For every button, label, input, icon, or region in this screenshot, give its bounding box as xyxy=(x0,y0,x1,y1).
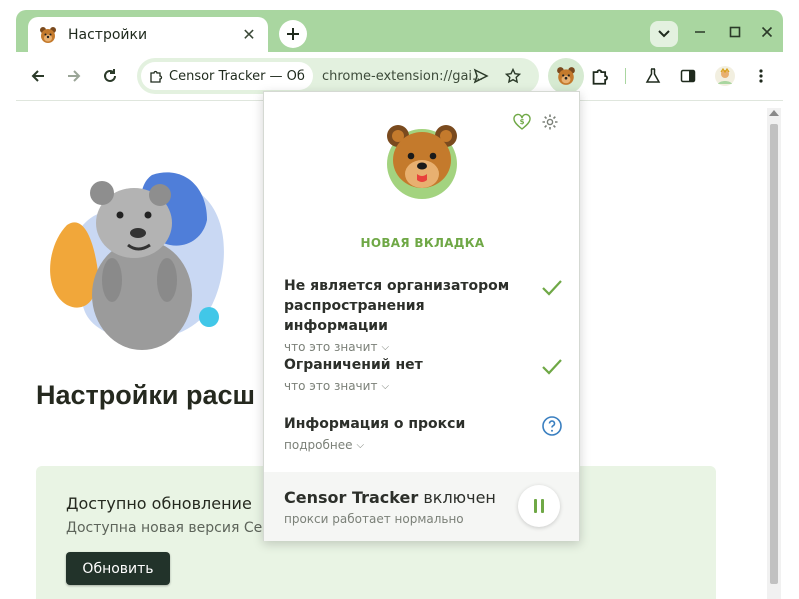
tab-settings[interactable]: Настройки ✕ xyxy=(28,17,268,52)
status-link-label: что это значит xyxy=(284,379,378,393)
chevron-down-icon xyxy=(658,30,670,38)
close-icon xyxy=(761,26,773,38)
reload-button[interactable] xyxy=(96,62,124,90)
site-chip-label: Censor Tracker — Об xyxy=(169,68,305,84)
proxy-details-link[interactable]: подробнее ⌵ xyxy=(284,438,564,452)
url-text[interactable]: chrome-extension://gai... xyxy=(322,69,482,84)
new-tab-button[interactable] xyxy=(279,20,307,48)
status-item-restrictions: Ограничений нет что это значит ⌵ xyxy=(284,355,564,393)
status-link-label: что это значит xyxy=(284,340,378,354)
donate-icon[interactable]: $ xyxy=(512,112,532,132)
puzzle-icon xyxy=(150,70,163,83)
extension-state: включен xyxy=(423,488,496,507)
menu-button[interactable] xyxy=(747,62,775,90)
side-panel-button[interactable] xyxy=(674,62,702,90)
more-vertical-icon xyxy=(759,69,763,83)
bookmark-star-icon[interactable] xyxy=(503,66,523,86)
arrow-left-icon xyxy=(31,70,44,82)
quokka-favicon-icon xyxy=(38,25,58,45)
chevron-down-icon: ⌵ xyxy=(381,341,390,353)
censor-tracker-popup: $ НОВАЯ ВКЛАДКА Не является организаторо… xyxy=(263,91,580,541)
labs-button[interactable] xyxy=(639,62,667,90)
status-title: Ограничений нет xyxy=(284,357,423,373)
side-panel-icon xyxy=(680,69,696,83)
arrow-right-icon xyxy=(68,70,81,82)
close-icon[interactable]: ✕ xyxy=(240,25,258,44)
status-item-organizer: Не является организатором распространени… xyxy=(284,276,564,354)
pause-button[interactable] xyxy=(518,485,560,527)
brand-name: Censor Tracker xyxy=(284,488,419,507)
status-title: Информация о прокси xyxy=(284,416,466,432)
svg-text:$: $ xyxy=(520,118,525,126)
toolbar-separator xyxy=(625,68,626,84)
extension-status: Censor Tracker включен xyxy=(284,488,496,507)
update-title: Доступно обновление xyxy=(66,494,252,513)
maximize-icon xyxy=(729,26,741,38)
update-description: Доступна новая версия Censo xyxy=(66,520,287,536)
chevron-down-icon: ⌵ xyxy=(356,439,365,451)
flask-icon xyxy=(645,68,661,83)
page-title: Настройки расш xyxy=(36,380,255,410)
tab-strip: Настройки ✕ xyxy=(16,10,783,52)
tab-search-button[interactable] xyxy=(650,21,678,47)
censor-tracker-extension-button[interactable] xyxy=(548,58,584,94)
minimize-button[interactable] xyxy=(688,20,712,44)
quokka-logo-icon xyxy=(387,125,457,199)
site-chip[interactable]: Censor Tracker — Об xyxy=(141,62,313,90)
status-item-proxy: Информация о прокси подробнее ⌵ xyxy=(284,414,564,452)
back-button[interactable] xyxy=(24,62,52,90)
current-tab-name: НОВАЯ ВКЛАДКА xyxy=(360,236,485,250)
gear-icon[interactable] xyxy=(540,112,560,132)
chevron-down-icon: ⌵ xyxy=(381,380,390,392)
plus-icon xyxy=(287,28,299,40)
status-details-link[interactable]: что это значит ⌵ xyxy=(284,340,564,354)
quokka-icon xyxy=(557,67,575,85)
close-window-button[interactable] xyxy=(755,20,779,44)
popup-footer: Censor Tracker включен прокси работает н… xyxy=(264,472,579,541)
minimize-icon xyxy=(695,31,705,33)
extensions-button[interactable] xyxy=(586,62,614,90)
reload-icon xyxy=(104,69,116,82)
send-icon[interactable] xyxy=(471,66,491,86)
tab-title: Настройки xyxy=(68,26,148,43)
omnibox[interactable]: Censor Tracker — Об chrome-extension://g… xyxy=(137,58,539,94)
check-icon xyxy=(542,359,562,375)
page-scrollbar[interactable] xyxy=(767,108,781,599)
help-circle-icon[interactable] xyxy=(540,414,564,438)
update-button[interactable]: Обновить xyxy=(66,552,170,585)
status-details-link[interactable]: что это значит ⌵ xyxy=(284,379,564,393)
pause-icon xyxy=(534,499,544,513)
maximize-button[interactable] xyxy=(723,20,747,44)
scroll-thumb[interactable] xyxy=(770,124,778,584)
profile-avatar[interactable] xyxy=(711,62,739,90)
forward-button[interactable] xyxy=(60,62,88,90)
quokka-illustration xyxy=(50,172,224,350)
status-link-label: подробнее xyxy=(284,438,353,452)
scroll-up-arrow[interactable] xyxy=(769,110,779,116)
status-title: Не является организатором распространени… xyxy=(284,278,510,334)
proxy-status: прокси работает нормально xyxy=(284,512,464,526)
puzzle-icon xyxy=(592,69,608,85)
check-icon xyxy=(542,280,562,296)
avatar-icon xyxy=(715,66,735,86)
